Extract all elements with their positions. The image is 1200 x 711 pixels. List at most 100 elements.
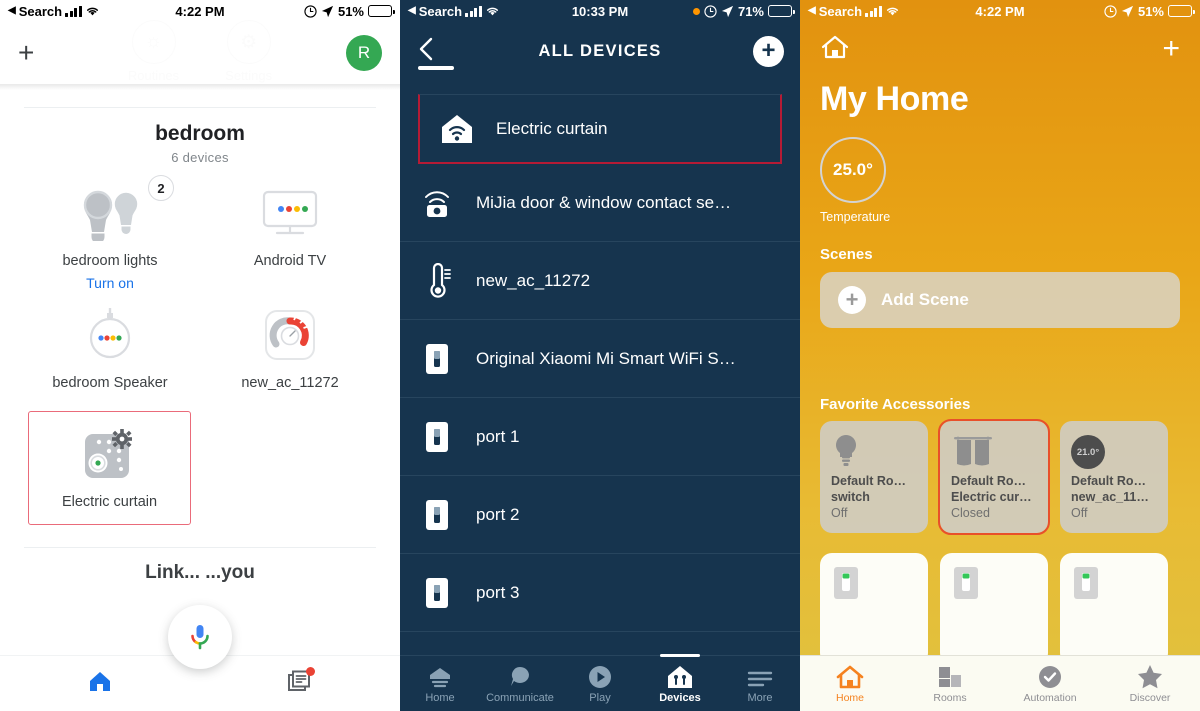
accessory-tile-partial-1[interactable] bbox=[820, 553, 928, 665]
recording-indicator-dot bbox=[692, 7, 700, 15]
battery-percent: 51% bbox=[1137, 3, 1164, 19]
alarm-icon bbox=[1104, 4, 1117, 18]
accessory-state: Closed bbox=[951, 506, 990, 520]
tab-devices[interactable]: Devices bbox=[640, 663, 720, 704]
assistant-mic-button[interactable] bbox=[168, 605, 232, 669]
scenes-section: Scenes + Add Scene bbox=[800, 246, 1200, 328]
device-tile-electric-curtain[interactable]: Electric curtain bbox=[28, 411, 191, 525]
tab-rooms[interactable]: Rooms bbox=[908, 664, 992, 704]
list-item-new-ac[interactable]: new_ac_11272 bbox=[400, 242, 800, 320]
wifi-icon bbox=[886, 7, 898, 16]
google-assistant-mic-icon bbox=[191, 625, 209, 650]
tab-home[interactable]: Home bbox=[400, 663, 480, 704]
accessory-row-partial bbox=[800, 545, 1200, 665]
add-scene-button[interactable]: + Add Scene bbox=[820, 272, 1180, 328]
speaker-icon bbox=[24, 305, 196, 365]
tab-label: Discover bbox=[1129, 691, 1171, 704]
alexa-header: ALL DEVICES + bbox=[400, 22, 800, 80]
google-home-topbar: + R bbox=[0, 22, 400, 84]
switch-icon bbox=[418, 576, 456, 610]
list-item-label: Original Xiaomi Mi Smart WiFi S… bbox=[476, 348, 736, 368]
status-bar-right: 71% bbox=[692, 4, 795, 19]
accessory-tile-switch[interactable]: Default Ro… switch Off bbox=[820, 421, 928, 533]
device-tile-label: new_ac_11272 bbox=[241, 375, 339, 391]
battery-icon bbox=[1168, 5, 1195, 17]
device-tile-android-tv[interactable]: Android TV bbox=[200, 173, 380, 273]
panel-alexa: ◀ Search 10:33 PM 71% ALL DEVICES + Elec… bbox=[400, 0, 800, 711]
divider bbox=[24, 547, 376, 548]
apple-home-header: + bbox=[800, 22, 1200, 76]
list-item-xiaomi-switch[interactable]: Original Xiaomi Mi Smart WiFi S… bbox=[400, 320, 800, 398]
status-bar: ◀ Search 10:33 PM 71% bbox=[400, 0, 800, 22]
status-bar-left: ◀ Search bbox=[8, 4, 100, 19]
house-button[interactable] bbox=[820, 34, 850, 65]
grid-spacer bbox=[200, 277, 380, 291]
page-title: My Home bbox=[820, 80, 969, 118]
accessory-tile-electric-curtain[interactable]: Default Ro… Electric cur… Closed bbox=[938, 419, 1050, 535]
list-item-label: MiJia door & window contact se… bbox=[476, 192, 732, 212]
feed-notification-badge bbox=[306, 667, 315, 676]
turn-on-link[interactable]: Turn on bbox=[20, 275, 200, 291]
tv-icon bbox=[204, 183, 376, 243]
star-icon bbox=[1108, 664, 1192, 690]
switch-icon bbox=[418, 420, 456, 454]
add-device-button[interactable]: + bbox=[18, 39, 34, 67]
alarm-icon bbox=[304, 4, 317, 18]
device-tile-bedroom-speaker[interactable]: bedroom Speaker bbox=[20, 295, 200, 395]
temperature-status[interactable]: 25.0° Temperature bbox=[800, 119, 1200, 224]
page-title: bedroom bbox=[155, 122, 245, 145]
accessory-tile-partial-3[interactable] bbox=[1060, 553, 1168, 665]
list-item-port-2[interactable]: port 2 bbox=[400, 476, 800, 554]
accessory-tile-new-ac[interactable]: 21.0° Default Ro… new_ac_11… Off bbox=[1060, 421, 1168, 533]
back-underline bbox=[418, 66, 454, 70]
device-count-badge: 2 bbox=[148, 175, 174, 201]
wall-switch-icon bbox=[831, 563, 917, 605]
nav-item-home[interactable] bbox=[87, 669, 113, 698]
light-bulb-icon bbox=[831, 431, 917, 473]
header-shadow bbox=[0, 84, 400, 90]
tab-more[interactable]: More bbox=[720, 663, 800, 704]
panel-apple-home: ◀ Search 4:22 PM 51% + My Home 25.0° Tem… bbox=[800, 0, 1200, 711]
wall-switch-icon bbox=[1071, 563, 1157, 605]
favorites-section: Favorite Accessories Default Ro… switch … bbox=[800, 396, 1200, 665]
carrier-label: Search bbox=[418, 3, 463, 19]
list-item-port-1[interactable]: port 1 bbox=[400, 398, 800, 476]
add-accessory-button[interactable]: + bbox=[1162, 34, 1180, 64]
speech-bubble-icon bbox=[480, 663, 560, 689]
device-tile-bedroom-lights[interactable]: 2 bedroom lights bbox=[20, 173, 200, 273]
wall-switch-icon bbox=[951, 563, 1037, 605]
device-list: Electric curtain MiJia door & window con… bbox=[400, 94, 800, 632]
list-item-mijia-sensor[interactable]: MiJia door & window contact se… bbox=[400, 164, 800, 242]
cellular-signal-icon bbox=[465, 5, 482, 17]
clock-check-icon bbox=[1008, 664, 1092, 690]
tab-label: Home bbox=[835, 691, 864, 704]
device-grid: 2 bedroom lights Android TV Turn on bedr… bbox=[20, 173, 380, 395]
tab-home[interactable]: Home bbox=[808, 664, 892, 704]
cellular-signal-icon bbox=[865, 5, 882, 17]
list-item-port-3[interactable]: port 3 bbox=[400, 554, 800, 632]
accessory-name: new_ac_11… bbox=[1071, 490, 1149, 504]
cellular-signal-icon bbox=[65, 5, 82, 17]
device-tile-label: bedroom Speaker bbox=[52, 375, 168, 391]
tab-communicate[interactable]: Communicate bbox=[480, 663, 560, 704]
status-bar-left: ◀ Search bbox=[808, 4, 900, 19]
accessory-tile-partial-2[interactable] bbox=[940, 553, 1048, 665]
thermostat-icon: 21.0° bbox=[1071, 431, 1157, 473]
nav-item-feed[interactable] bbox=[287, 667, 315, 698]
list-item-electric-curtain[interactable]: Electric curtain bbox=[418, 94, 782, 164]
page-title: ALL DEVICES bbox=[538, 41, 662, 60]
temperature-label: Temperature bbox=[820, 210, 891, 224]
tab-discover[interactable]: Discover bbox=[1108, 664, 1192, 704]
battery-icon bbox=[368, 5, 395, 17]
tab-automation[interactable]: Automation bbox=[1008, 664, 1092, 704]
hamburger-menu-icon bbox=[720, 663, 800, 689]
tab-label: More bbox=[747, 692, 773, 704]
curtain-settings-icon bbox=[29, 424, 190, 484]
tab-play[interactable]: Play bbox=[560, 663, 640, 704]
wifi-icon bbox=[86, 7, 98, 16]
list-item-label: port 3 bbox=[476, 582, 520, 602]
back-triangle-icon: ◀ bbox=[408, 5, 416, 16]
avatar[interactable]: R bbox=[346, 35, 382, 71]
device-tile-label: Electric curtain bbox=[61, 494, 158, 510]
device-tile-new-ac[interactable]: new_ac_11272 bbox=[200, 295, 380, 395]
